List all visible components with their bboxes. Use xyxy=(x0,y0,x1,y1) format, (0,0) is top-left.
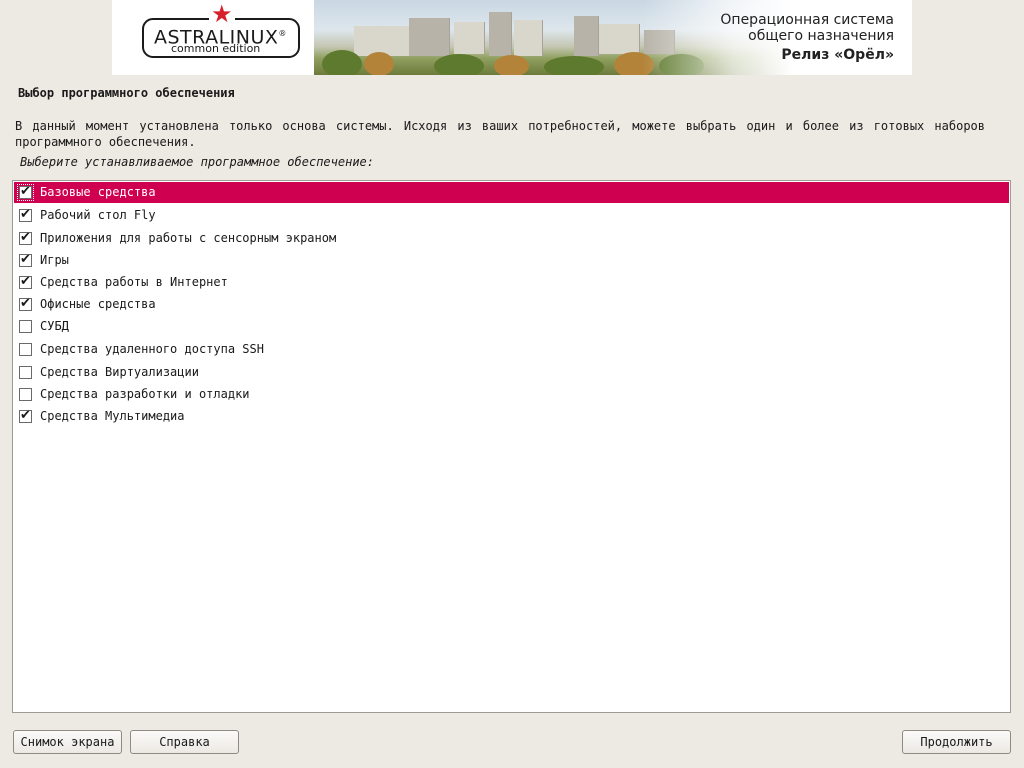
software-item-label: Средства Виртуализации xyxy=(40,365,199,379)
continue-button[interactable]: Продолжить xyxy=(902,730,1011,754)
software-item[interactable]: Средства разработки и отладки xyxy=(14,384,1009,405)
software-item-label: Офисные средства xyxy=(40,297,156,311)
software-item[interactable]: ✔ Средства работы в Интернет xyxy=(14,272,1009,293)
software-item-label: Средства Мультимедиа xyxy=(40,409,185,423)
software-item-label: Средства разработки и отладки xyxy=(40,387,250,401)
header-banner: ASTRALINUX® common edition ★ Операционна… xyxy=(112,0,912,75)
software-item[interactable]: ✔ Базовые средства xyxy=(14,182,1009,203)
software-item[interactable]: ✔ Приложения для работы с сенсорным экран… xyxy=(14,228,1009,249)
software-list[interactable]: ✔ Базовые средства ✔ Рабочий стол Fly ✔ Прило… xyxy=(12,180,1011,713)
software-item[interactable]: ✔ Средства Мультимедиа xyxy=(14,406,1009,427)
logo-edition: common edition xyxy=(171,42,261,55)
os-line-2: общего назначения xyxy=(748,28,894,44)
software-item[interactable]: Средства Виртуализации xyxy=(14,362,1009,383)
checkbox-checked[interactable]: ✔ xyxy=(19,274,32,289)
software-item[interactable]: ✔ Игры xyxy=(14,250,1009,271)
checkbox-unchecked[interactable] xyxy=(19,366,32,379)
os-description: Операционная система общего назначения Р… xyxy=(720,12,894,65)
checkbox-checked[interactable]: ✔ xyxy=(19,252,32,267)
software-item-label: Базовые средства xyxy=(40,185,156,199)
software-item-label: СУБД xyxy=(40,319,69,333)
checkmark-icon: ✔ xyxy=(20,274,31,289)
software-item-label: Приложения для работы с сенсорным экрано… xyxy=(40,231,337,245)
help-button[interactable]: Справка xyxy=(130,730,239,754)
os-line-1: Операционная система xyxy=(720,12,894,28)
checkbox-checked[interactable]: ✔ xyxy=(19,207,32,222)
astralinux-logo: ASTRALINUX® common edition ★ xyxy=(112,0,317,75)
city-photo: Операционная система общего назначения Р… xyxy=(314,0,912,75)
software-item[interactable]: СУБД xyxy=(14,316,1009,337)
checkbox-unchecked[interactable] xyxy=(19,343,32,356)
software-item-label: Средства работы в Интернет xyxy=(40,275,228,289)
page-description: В данный момент установлена только основ… xyxy=(15,119,985,149)
checkmark-icon: ✔ xyxy=(20,296,31,311)
software-item[interactable]: ✔ Рабочий стол Fly xyxy=(14,205,1009,226)
checkbox-unchecked[interactable] xyxy=(19,388,32,401)
page-title: Выбор программного обеспечения xyxy=(18,86,235,100)
checkbox-unchecked[interactable] xyxy=(19,320,32,333)
software-item-label: Средства удаленного доступа SSH xyxy=(40,342,264,356)
screenshot-button[interactable]: Снимок экрана xyxy=(13,730,122,754)
selection-prompt: Выберите устанавливаемое программное обе… xyxy=(20,155,375,169)
checkbox-checked[interactable]: ✔ xyxy=(19,408,32,423)
red-star-icon: ★ xyxy=(209,0,235,28)
checkmark-icon: ✔ xyxy=(20,184,31,199)
checkbox-checked[interactable]: ✔ xyxy=(19,230,32,245)
software-item-label: Игры xyxy=(40,253,69,267)
checkbox-checked[interactable]: ✔ xyxy=(19,296,32,311)
software-item-label: Рабочий стол Fly xyxy=(40,208,156,222)
software-item[interactable]: Средства удаленного доступа SSH xyxy=(14,339,1009,360)
software-item[interactable]: ✔ Офисные средства xyxy=(14,294,1009,315)
checkmark-icon: ✔ xyxy=(20,207,31,222)
checkmark-icon: ✔ xyxy=(20,408,31,423)
checkbox-checked[interactable]: ✔ xyxy=(17,184,34,201)
checkmark-icon: ✔ xyxy=(20,252,31,267)
checkmark-icon: ✔ xyxy=(20,230,31,245)
os-release: Релиз «Орёл» xyxy=(781,47,894,63)
